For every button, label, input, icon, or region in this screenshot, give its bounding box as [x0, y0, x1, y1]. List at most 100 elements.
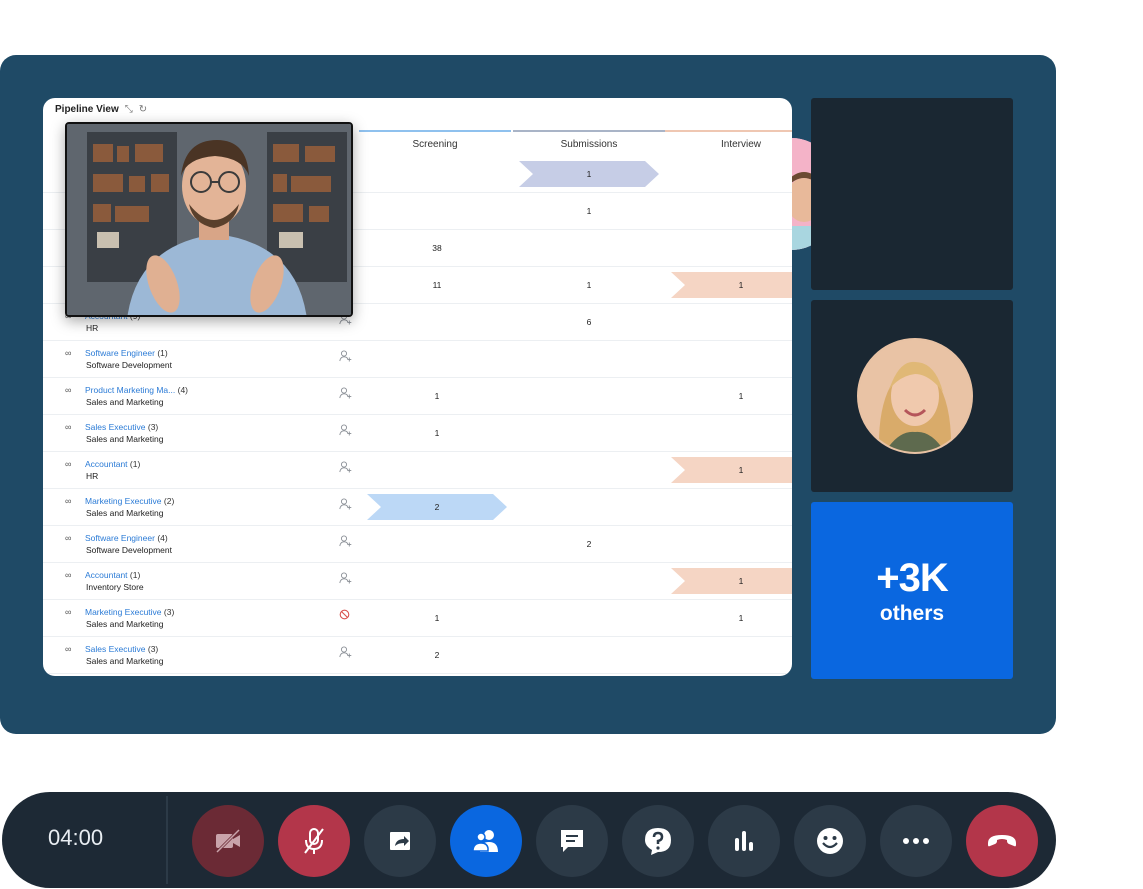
stage-cell[interactable]	[513, 600, 665, 637]
stage-cell[interactable]: 2	[361, 637, 513, 674]
table-row[interactable]: ∞ Software Engineer (4) Software Developme…	[43, 526, 792, 563]
active-speaker-video[interactable]	[65, 122, 353, 317]
stage-cell[interactable]: 2	[513, 526, 665, 563]
stage-cell[interactable]: 1	[665, 600, 792, 637]
stage-cell[interactable]: 38	[361, 230, 513, 267]
participants-button[interactable]	[450, 805, 522, 877]
stage-cell[interactable]	[665, 489, 792, 526]
stage-cell[interactable]	[361, 452, 513, 489]
assign-user-icon[interactable]	[339, 424, 352, 439]
participant-tile-empty[interactable]	[811, 98, 1013, 290]
job-title-link[interactable]: Sales Executive	[85, 422, 145, 432]
refresh-icon[interactable]: ↻	[139, 104, 147, 115]
stage-cell[interactable]	[665, 193, 792, 230]
stage-cell[interactable]	[513, 415, 665, 452]
poll-button[interactable]	[708, 805, 780, 877]
job-department: Software Development	[86, 545, 172, 555]
stage-count-chevron[interactable]: 2	[367, 494, 507, 520]
stage-cell[interactable]	[665, 526, 792, 563]
table-row[interactable]: ∞ Sales Executive (3) Sales and Marketing 1	[43, 415, 792, 452]
stage-cell[interactable]	[665, 637, 792, 674]
job-department: HR	[86, 471, 99, 481]
table-row[interactable]: ∞ Product Marketing Ma... (4) Sales and Ma…	[43, 378, 792, 415]
glasses-icon: ∞	[65, 607, 72, 617]
stage-cell[interactable]: 1	[513, 267, 665, 304]
stage-header-screening[interactable]: Screening	[359, 130, 511, 156]
stage-cell[interactable]	[361, 526, 513, 563]
assign-user-icon[interactable]	[339, 387, 352, 402]
stage-cell[interactable]	[361, 156, 513, 193]
stage-cell[interactable]: 1	[665, 452, 792, 489]
stage-cell[interactable]: 1	[513, 156, 665, 193]
table-row[interactable]: ∞ Software Engineer (1) Software Developme…	[43, 341, 792, 378]
job-title-link[interactable]: Accountant	[85, 570, 128, 580]
table-row[interactable]: ∞ Marketing Executive (3) Sales and Market…	[43, 600, 792, 637]
assign-user-icon[interactable]	[339, 461, 352, 476]
stage-cell[interactable]	[513, 489, 665, 526]
stage-cell[interactable]	[513, 452, 665, 489]
job-title: Sales Executive (3)	[85, 643, 158, 655]
stage-cell[interactable]: 2	[361, 489, 513, 526]
reactions-button[interactable]	[794, 805, 866, 877]
share-screen-button[interactable]	[364, 805, 436, 877]
qa-button[interactable]	[622, 805, 694, 877]
others-tile[interactable]: +3K others	[811, 502, 1013, 679]
stage-cell[interactable]	[513, 341, 665, 378]
job-title-link[interactable]: Software Engineer	[85, 348, 155, 358]
stage-count-chevron[interactable]: 1	[671, 568, 792, 594]
stage-cell[interactable]: 1	[361, 378, 513, 415]
job-title-link[interactable]: Accountant	[85, 459, 128, 469]
stage-cell[interactable]	[361, 193, 513, 230]
stage-cell[interactable]: 1	[361, 600, 513, 637]
end-call-button[interactable]	[966, 805, 1038, 877]
assign-user-icon[interactable]	[339, 535, 352, 550]
stage-cell[interactable]: 11	[361, 267, 513, 304]
table-row[interactable]: ∞ Marketing Executive (2) Sales and Market…	[43, 489, 792, 526]
stage-cell[interactable]	[513, 637, 665, 674]
blocked-icon[interactable]	[339, 609, 350, 623]
job-count: (3)	[147, 422, 159, 432]
stage-count-chevron[interactable]: 1	[671, 272, 792, 298]
stage-cell[interactable]: 6	[513, 304, 665, 341]
stage-cell[interactable]	[513, 563, 665, 600]
stage-cell[interactable]	[665, 304, 792, 341]
stage-cell[interactable]	[513, 378, 665, 415]
job-title-link[interactable]: Software Engineer	[85, 533, 155, 543]
stage-cell[interactable]: 1	[361, 415, 513, 452]
assign-user-icon[interactable]	[339, 572, 352, 587]
participant-tile-woman[interactable]	[811, 300, 1013, 492]
stage-cell[interactable]: 1	[665, 563, 792, 600]
assign-user-icon[interactable]	[339, 350, 352, 365]
job-title-link[interactable]: Sales Executive	[85, 644, 145, 654]
assign-user-icon[interactable]	[339, 646, 352, 661]
stage-header-interview[interactable]: Interview	[665, 130, 792, 156]
video-off-icon	[211, 824, 245, 858]
stage-header-submissions[interactable]: Submissions	[513, 130, 665, 156]
stage-cell[interactable]	[665, 415, 792, 452]
collapse-icon[interactable]: ⤡	[125, 104, 133, 115]
stage-cell[interactable]	[361, 304, 513, 341]
table-row[interactable]: ∞ Accountant (1) Inventory Store 1	[43, 563, 792, 600]
job-title-link[interactable]: Marketing Executive	[85, 607, 162, 617]
table-row[interactable]: ∞ Sales Executive (3) Sales and Marketing 2	[43, 637, 792, 674]
stage-count-chevron[interactable]: 1	[519, 161, 659, 187]
job-title-link[interactable]: Product Marketing Ma...	[85, 385, 175, 395]
stage-cell[interactable]: 1	[665, 378, 792, 415]
stage-cell[interactable]	[665, 156, 792, 193]
stage-cell[interactable]: 1	[665, 267, 792, 304]
job-count: (1)	[157, 348, 168, 358]
stage-cell[interactable]: 1	[513, 193, 665, 230]
stage-cell[interactable]	[513, 230, 665, 267]
table-row[interactable]: ∞ Accountant (1) HR 1	[43, 452, 792, 489]
stage-cell[interactable]	[665, 230, 792, 267]
stage-cell[interactable]	[361, 563, 513, 600]
stage-cell[interactable]	[665, 341, 792, 378]
chat-button[interactable]	[536, 805, 608, 877]
stage-cell[interactable]	[361, 341, 513, 378]
job-title-link[interactable]: Marketing Executive	[85, 496, 162, 506]
assign-user-icon[interactable]	[339, 498, 352, 513]
stage-count-chevron[interactable]: 1	[671, 457, 792, 483]
more-options-button[interactable]	[880, 805, 952, 877]
mic-mute-button[interactable]	[278, 805, 350, 877]
video-off-button[interactable]	[192, 805, 264, 877]
